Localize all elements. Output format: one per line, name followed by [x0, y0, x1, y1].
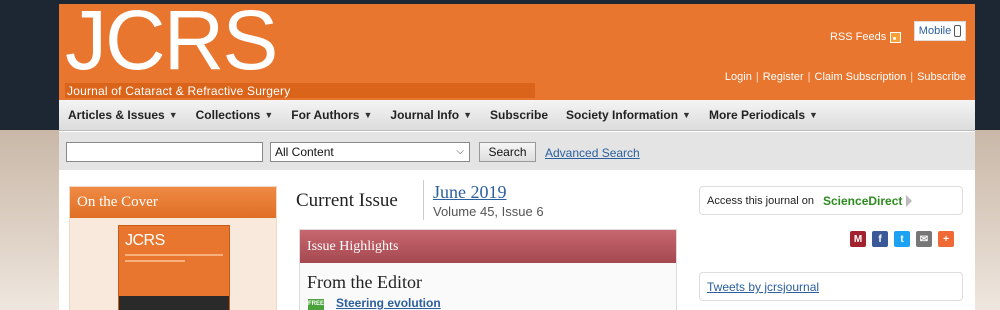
separator: | — [755, 71, 759, 83]
cover-image-photo — [119, 296, 229, 310]
tweets-link[interactable]: Tweets by jcrsjournal — [707, 280, 819, 294]
nav-label: More Periodicals — [708, 108, 805, 122]
nav-label: Society Information — [566, 108, 679, 122]
phone-icon — [954, 25, 962, 37]
cover-heading: On the Cover — [70, 187, 276, 218]
logo-subtitle: Journal of Cataract & Refractive Surgery — [67, 84, 291, 98]
register-link[interactable]: Register — [763, 71, 804, 83]
rss-feeds-link[interactable]: RSS Feeds — [830, 31, 902, 43]
facebook-icon[interactable]: f — [872, 231, 888, 247]
separator: | — [910, 71, 914, 83]
site-header: JCRS Journal of Cataract & Refractive Su… — [59, 0, 975, 100]
subscribe-link[interactable]: Subscribe — [917, 71, 966, 83]
nav-label: Collections — [195, 108, 261, 122]
nav-journal-info[interactable]: Journal Info ▼ — [390, 108, 472, 122]
sciencedirect-link[interactable]: ScienceDirect — [823, 194, 902, 208]
free-badge-icon: FREE — [308, 299, 324, 310]
arrow-right-icon — [906, 194, 913, 207]
rss-icon — [890, 31, 902, 43]
main-nav: Articles & Issues ▼ Collections ▼ For Auth… — [59, 100, 975, 131]
chevron-down-icon: ▼ — [168, 110, 178, 120]
nav-subscribe[interactable]: Subscribe — [490, 108, 548, 122]
nav-society-information[interactable]: Society Information ▼ — [566, 108, 691, 122]
access-text: Access this journal on — [707, 194, 814, 207]
cover-image-title: JCRS — [125, 232, 165, 249]
claim-subscription-link[interactable]: Claim Subscription — [815, 71, 907, 83]
divider — [423, 180, 424, 220]
mobile-label: Mobile — [918, 25, 952, 37]
issue-volume: Volume 45, Issue 6 — [433, 204, 544, 219]
separator: | — [807, 71, 811, 83]
rss-label: RSS Feeds — [830, 31, 887, 43]
issue-date-link[interactable]: June 2019 — [433, 182, 507, 203]
highlight-article-link[interactable]: Steering evolution — [336, 296, 441, 310]
issue-highlights-heading: Issue Highlights — [300, 230, 676, 263]
tweets-box: Tweets by jcrsjournal — [699, 272, 963, 301]
mobile-button[interactable]: Mobile — [914, 21, 966, 41]
nav-articles-issues[interactable]: Articles & Issues ▼ — [68, 108, 178, 122]
cover-image-line — [125, 260, 185, 262]
search-scope-select[interactable]: All Content ⌵ — [270, 142, 470, 162]
search-scope-value: All Content — [275, 145, 334, 159]
nav-label: For Authors — [291, 108, 360, 122]
auth-links: Login | Register | Claim Subscription | … — [725, 71, 966, 83]
nav-more-periodicals[interactable]: More Periodicals ▼ — [709, 108, 818, 122]
nav-collections[interactable]: Collections ▼ — [196, 108, 274, 122]
chevron-down-icon: ▼ — [463, 110, 472, 120]
nav-label: Subscribe — [489, 108, 549, 122]
search-input[interactable] — [66, 142, 263, 162]
more-share-icon[interactable]: + — [938, 231, 954, 247]
twitter-icon[interactable]: t — [894, 231, 910, 247]
email-icon[interactable]: ✉ — [916, 231, 932, 247]
nav-label: Journal Info — [390, 108, 460, 122]
cover-image[interactable]: JCRS — [118, 225, 230, 310]
search-bar: All Content ⌵ Search Advanced Search — [59, 132, 975, 170]
chevron-down-icon: ▼ — [264, 110, 274, 120]
chevron-down-icon: ▼ — [809, 110, 818, 120]
login-link[interactable]: Login — [725, 71, 752, 83]
page: JCRS Journal of Cataract & Refractive Su… — [59, 0, 975, 310]
nav-label: Articles & Issues — [68, 108, 165, 122]
journal-logo[interactable]: JCRS — [65, 0, 278, 82]
chevron-down-icon: ⌵ — [456, 146, 464, 157]
mendeley-icon[interactable]: M — [850, 231, 866, 247]
current-issue-heading: Current Issue — [296, 190, 398, 211]
cover-image-line — [125, 254, 223, 256]
chevron-down-icon: ▼ — [363, 110, 373, 120]
on-the-cover-panel: On the Cover JCRS — [69, 186, 277, 310]
nav-for-authors[interactable]: For Authors ▼ — [291, 108, 372, 122]
highlight-section-title: From the Editor — [307, 272, 422, 292]
share-icons: M f t ✉ + — [850, 231, 954, 247]
issue-highlights-panel: Issue Highlights From the Editor FREE St… — [299, 229, 677, 310]
access-journal-box: Access this journal on ScienceDirect — [699, 186, 963, 215]
advanced-search-link[interactable]: Advanced Search — [545, 146, 640, 160]
search-button[interactable]: Search — [479, 142, 536, 162]
chevron-down-icon: ▼ — [682, 110, 691, 120]
